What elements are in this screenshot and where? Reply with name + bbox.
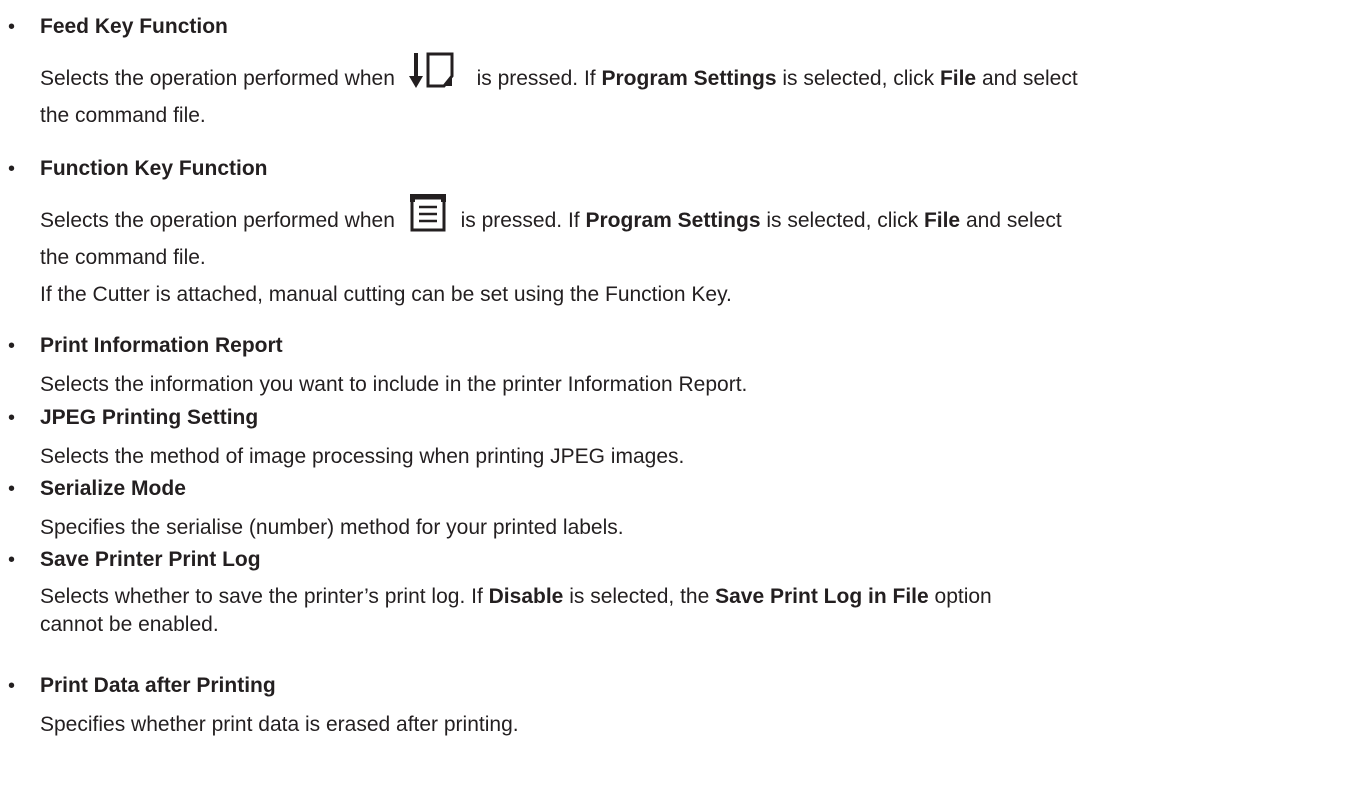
bullet: • bbox=[8, 549, 16, 571]
section-title: Serialize Mode bbox=[40, 477, 186, 500]
section-description: Selects the operation performed when is … bbox=[40, 194, 1340, 313]
section-description: Selects the information you want to incl… bbox=[40, 373, 748, 396]
section-description: Selects the operation performed when is … bbox=[40, 52, 1340, 134]
bullet: • bbox=[8, 335, 16, 357]
section-description: Selects whether to save the printer’s pr… bbox=[40, 585, 992, 636]
section-note: If the Cutter is attached, manual cuttin… bbox=[40, 283, 732, 307]
document-page: • Feed Key Function Selects the operatio… bbox=[0, 0, 1355, 792]
bullet: • bbox=[8, 407, 16, 429]
bullet: • bbox=[8, 158, 16, 180]
section-title: Function Key Function bbox=[40, 157, 268, 180]
section-description: Specifies the serialise (number) method … bbox=[40, 516, 624, 539]
section-description: Specifies whether print data is erased a… bbox=[40, 713, 519, 736]
bullet: • bbox=[8, 675, 16, 697]
section-title: JPEG Printing Setting bbox=[40, 406, 259, 429]
bullet: • bbox=[8, 16, 16, 38]
function-key-icon bbox=[407, 191, 449, 245]
section-title: Print Information Report bbox=[40, 334, 283, 357]
feed-key-icon bbox=[407, 50, 465, 102]
section-title: Feed Key Function bbox=[40, 15, 228, 38]
section-title: Print Data after Printing bbox=[40, 674, 276, 697]
section-title: Save Printer Print Log bbox=[40, 548, 261, 571]
section-description: Selects the method of image processing w… bbox=[40, 445, 685, 468]
bullet: • bbox=[8, 478, 16, 500]
